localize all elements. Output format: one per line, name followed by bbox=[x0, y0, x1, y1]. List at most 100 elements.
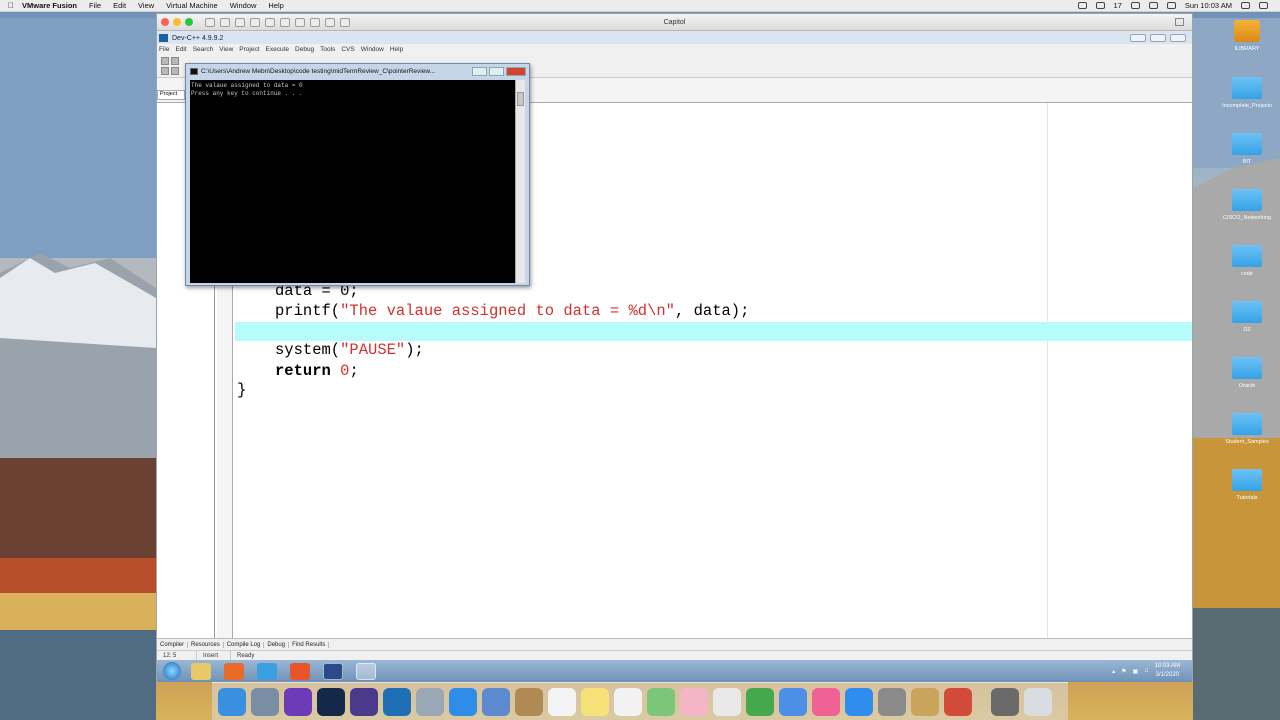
pages-icon[interactable] bbox=[779, 687, 807, 716]
desktop-icon-oracle[interactable]: Oracle bbox=[1218, 357, 1276, 389]
tab-compile-log[interactable]: Compile Log bbox=[224, 641, 265, 648]
desktop-icon-incomplete-projects[interactable]: Incomplete_Projects bbox=[1218, 77, 1276, 109]
devcpp-minimize-button[interactable] bbox=[1130, 34, 1146, 42]
siri-icon[interactable] bbox=[1259, 2, 1268, 9]
devcpp-menu-window[interactable]: Window bbox=[361, 46, 384, 53]
devcpp-menu-file[interactable]: File bbox=[159, 46, 169, 53]
media-player-taskbar-icon[interactable] bbox=[224, 662, 244, 680]
tray-network-icon[interactable]: ▣ bbox=[1132, 668, 1138, 675]
desktop-icon-cisco[interactable]: CISCO_Networking bbox=[1218, 189, 1276, 221]
numbers-icon[interactable] bbox=[746, 687, 774, 716]
code-line-close-brace[interactable]: } bbox=[237, 381, 246, 400]
launchpad-icon[interactable] bbox=[416, 687, 444, 716]
devcpp-maximize-button[interactable] bbox=[1150, 34, 1166, 42]
devcpp-menu-search[interactable]: Search bbox=[193, 46, 214, 53]
devcpp-menu-debug[interactable]: Debug bbox=[295, 46, 314, 53]
devcpp-menu-view[interactable]: View bbox=[219, 46, 233, 53]
imovie-icon[interactable] bbox=[284, 687, 312, 716]
fullscreen-icon[interactable] bbox=[1175, 18, 1184, 26]
devcpp-menu-tools[interactable]: Tools bbox=[320, 46, 335, 53]
menu-virtual-machine[interactable]: Virtual Machine bbox=[166, 1, 218, 10]
downloads-stack-icon[interactable] bbox=[991, 687, 1019, 716]
devcpp-menu-cvs[interactable]: CVS bbox=[341, 46, 354, 53]
tray-flag-icon[interactable]: ⚑ bbox=[1121, 668, 1126, 675]
quicktime-icon[interactable] bbox=[383, 687, 411, 716]
safari-icon[interactable] bbox=[449, 687, 477, 716]
open-file-icon[interactable] bbox=[171, 57, 179, 65]
tray-arrow-icon[interactable]: ▴ bbox=[1112, 668, 1115, 675]
console-minimize-button[interactable] bbox=[472, 67, 487, 76]
menu-window[interactable]: Window bbox=[230, 1, 257, 10]
system-preferences-icon[interactable] bbox=[878, 687, 906, 716]
console-titlebar[interactable]: C:\Users\Andrew Mebn\Desktop\code testin… bbox=[186, 64, 529, 79]
tray-volume-icon[interactable]: ♫ bbox=[1144, 668, 1149, 674]
explorer-taskbar-icon[interactable] bbox=[191, 662, 211, 680]
console-scrollbar[interactable] bbox=[515, 80, 525, 283]
volume-icon[interactable] bbox=[1166, 2, 1176, 9]
vmware-dock-icon[interactable] bbox=[944, 687, 972, 716]
desktop-icon-student-samples[interactable]: Student_Samples bbox=[1218, 413, 1276, 445]
calendar-icon[interactable] bbox=[548, 687, 576, 716]
trash-icon[interactable] bbox=[1024, 687, 1052, 716]
desktop-icon-library[interactable]: ILIBRARY bbox=[1218, 20, 1276, 52]
search-icon[interactable] bbox=[1241, 2, 1250, 9]
battery-count[interactable]: 17 bbox=[1114, 1, 1122, 10]
menu-file[interactable]: File bbox=[89, 1, 101, 10]
tab-project[interactable]: Project bbox=[157, 90, 185, 100]
devcpp-close-button[interactable] bbox=[1170, 34, 1186, 42]
mail-icon[interactable] bbox=[482, 687, 510, 716]
display-icon[interactable] bbox=[1077, 2, 1087, 9]
siri-dock-icon[interactable] bbox=[350, 687, 378, 716]
devcpp-menu-help[interactable]: Help bbox=[390, 46, 403, 53]
desktop-icon-dz[interactable]: DZ bbox=[1218, 301, 1276, 333]
console-scroll-thumb[interactable] bbox=[517, 92, 524, 106]
menu-edit[interactable]: Edit bbox=[113, 1, 126, 10]
apple-icon[interactable]:  bbox=[8, 1, 22, 10]
tab-compiler[interactable]: Compiler bbox=[157, 641, 189, 648]
console-window[interactable]: C:\Users\Andrew Mebn\Desktop\code testin… bbox=[185, 63, 530, 286]
devcpp-menu-edit[interactable]: Edit bbox=[175, 46, 186, 53]
start-button-icon[interactable] bbox=[163, 662, 181, 680]
console-maximize-button[interactable] bbox=[489, 67, 504, 76]
firefox-taskbar-icon[interactable] bbox=[290, 662, 310, 680]
menu-app-name[interactable]: VMware Fusion bbox=[22, 1, 77, 10]
code-line-return[interactable]: return 0; bbox=[275, 362, 359, 381]
code-line-printf[interactable]: printf("The valaue assigned to data = %d… bbox=[275, 302, 749, 321]
preview-icon[interactable] bbox=[251, 687, 279, 716]
console-close-button[interactable] bbox=[506, 67, 526, 76]
devcpp-menu-project[interactable]: Project bbox=[239, 46, 259, 53]
devcpp-taskbar-icon[interactable] bbox=[323, 662, 343, 680]
wifi-icon[interactable] bbox=[1148, 2, 1158, 9]
menu-view[interactable]: View bbox=[138, 1, 154, 10]
reminders-icon[interactable] bbox=[614, 687, 642, 716]
menubar-clock[interactable]: Sun 10:03 AM bbox=[1185, 1, 1232, 10]
new-file-icon[interactable] bbox=[161, 57, 169, 65]
grid-icon[interactable] bbox=[161, 67, 169, 75]
tab-find-results[interactable]: Find Results bbox=[289, 641, 330, 648]
ie-taskbar-icon[interactable] bbox=[257, 662, 277, 680]
notes-icon[interactable] bbox=[581, 687, 609, 716]
vm-icon[interactable] bbox=[1095, 2, 1105, 9]
desktop-icon-tutorials[interactable]: Tutorials bbox=[1218, 469, 1276, 501]
app-store-icon[interactable] bbox=[845, 687, 873, 716]
contacts-icon[interactable] bbox=[515, 687, 543, 716]
console-output[interactable]: The valaue assigned to data = 0 Press any… bbox=[190, 80, 515, 283]
code-line-system[interactable]: system("PAUSE"); bbox=[275, 341, 424, 360]
class-icon[interactable] bbox=[171, 67, 179, 75]
finder-icon[interactable] bbox=[218, 687, 246, 716]
maps-icon[interactable] bbox=[647, 687, 675, 716]
tab-resources[interactable]: Resources bbox=[188, 641, 224, 648]
keynote-icon[interactable] bbox=[713, 687, 741, 716]
photos-icon[interactable] bbox=[680, 687, 708, 716]
console-taskbar-icon[interactable] bbox=[356, 662, 376, 680]
taskbar-clock[interactable]: 10:03 AM 3/1/2020 bbox=[1155, 662, 1180, 680]
menu-help[interactable]: Help bbox=[268, 1, 283, 10]
photoshop-icon[interactable] bbox=[317, 687, 345, 716]
devcpp-menu-execute[interactable]: Execute bbox=[266, 46, 290, 53]
desktop-icon-code[interactable]: code bbox=[1218, 245, 1276, 277]
tab-debug[interactable]: Debug bbox=[264, 641, 290, 648]
music-icon[interactable] bbox=[812, 687, 840, 716]
notification-icon[interactable] bbox=[1130, 2, 1140, 9]
pencil-icon[interactable] bbox=[911, 687, 939, 716]
desktop-icon-bit[interactable]: BIT bbox=[1218, 133, 1276, 165]
